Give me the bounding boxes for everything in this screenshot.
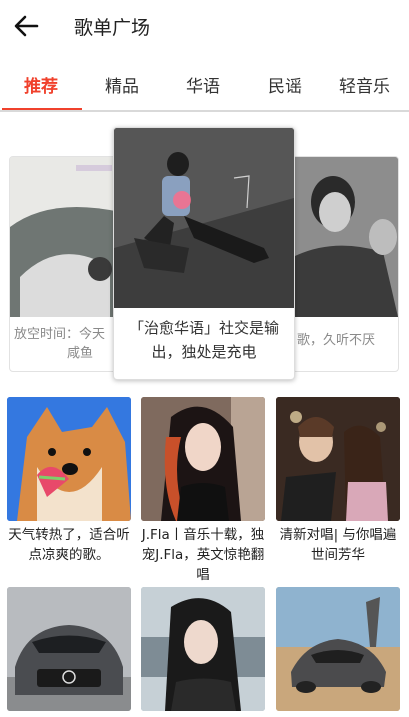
playlist-cover-couple xyxy=(276,397,400,521)
banner-card-left[interactable]: 放空时间：今天 咸鱼 xyxy=(9,156,121,372)
tab-chinese[interactable]: 华语 xyxy=(186,72,220,97)
top-bar: 歌单广场 xyxy=(0,0,409,52)
playlist-card[interactable] xyxy=(141,587,265,715)
playlist-card[interactable]: 天气转热了，适合听点凉爽的歌。 xyxy=(7,397,131,565)
playlist-card[interactable]: 清新对唱| 与你唱遍世间芳华 xyxy=(276,397,400,565)
playlist-cover-girl-sea xyxy=(141,587,265,711)
banner-left-caption-line1: 放空时间：今天 xyxy=(14,327,106,342)
banner-center-caption: 「治愈华语」社交是输出，独处是充电 xyxy=(128,319,279,361)
banner-left-cover xyxy=(10,157,120,317)
playlist-cover-car xyxy=(7,587,131,711)
tab-light-music[interactable]: 轻音乐 xyxy=(339,72,390,97)
banner-right-caption: 歌，久听不厌 xyxy=(297,333,376,348)
banner-right-cover xyxy=(293,157,398,317)
page-title: 歌单广场 xyxy=(74,17,151,39)
playlist-title: 天气转热了，适合听点凉爽的歌。 xyxy=(8,527,130,563)
tab-featured[interactable]: 精品 xyxy=(105,72,139,97)
playlist-card[interactable] xyxy=(276,587,400,715)
playlist-title: J.Fla丨音乐十载，独宠J.Fla，英文惊艳翻唱 xyxy=(141,527,265,583)
back-arrow-icon[interactable] xyxy=(12,12,40,40)
category-tabs: 推荐 精品 华语 民谣 轻音乐 xyxy=(0,58,409,110)
playlist-card[interactable] xyxy=(7,587,131,715)
banner-center-cover xyxy=(114,128,294,308)
tab-recommend[interactable]: 推荐 xyxy=(24,72,58,97)
banner-card-right[interactable]: 歌，久听不厌 xyxy=(292,156,399,372)
banner-card-center[interactable]: 「治愈华语」社交是输出，独处是充电 xyxy=(113,127,295,380)
tabs-divider xyxy=(0,110,409,112)
playlist-card[interactable]: J.Fla丨音乐十载，独宠J.Fla，英文惊艳翻唱 xyxy=(141,397,265,585)
playlist-cover-desert-car xyxy=(276,587,400,711)
playlist-title: 清新对唱| 与你唱遍世间芳华 xyxy=(279,527,397,563)
playlist-cover-shiba xyxy=(7,397,131,521)
banner-left-caption-line2: 咸鱼 xyxy=(66,346,93,361)
playlist-cover-jfla xyxy=(141,397,265,521)
tab-folk[interactable]: 民谣 xyxy=(268,72,302,97)
